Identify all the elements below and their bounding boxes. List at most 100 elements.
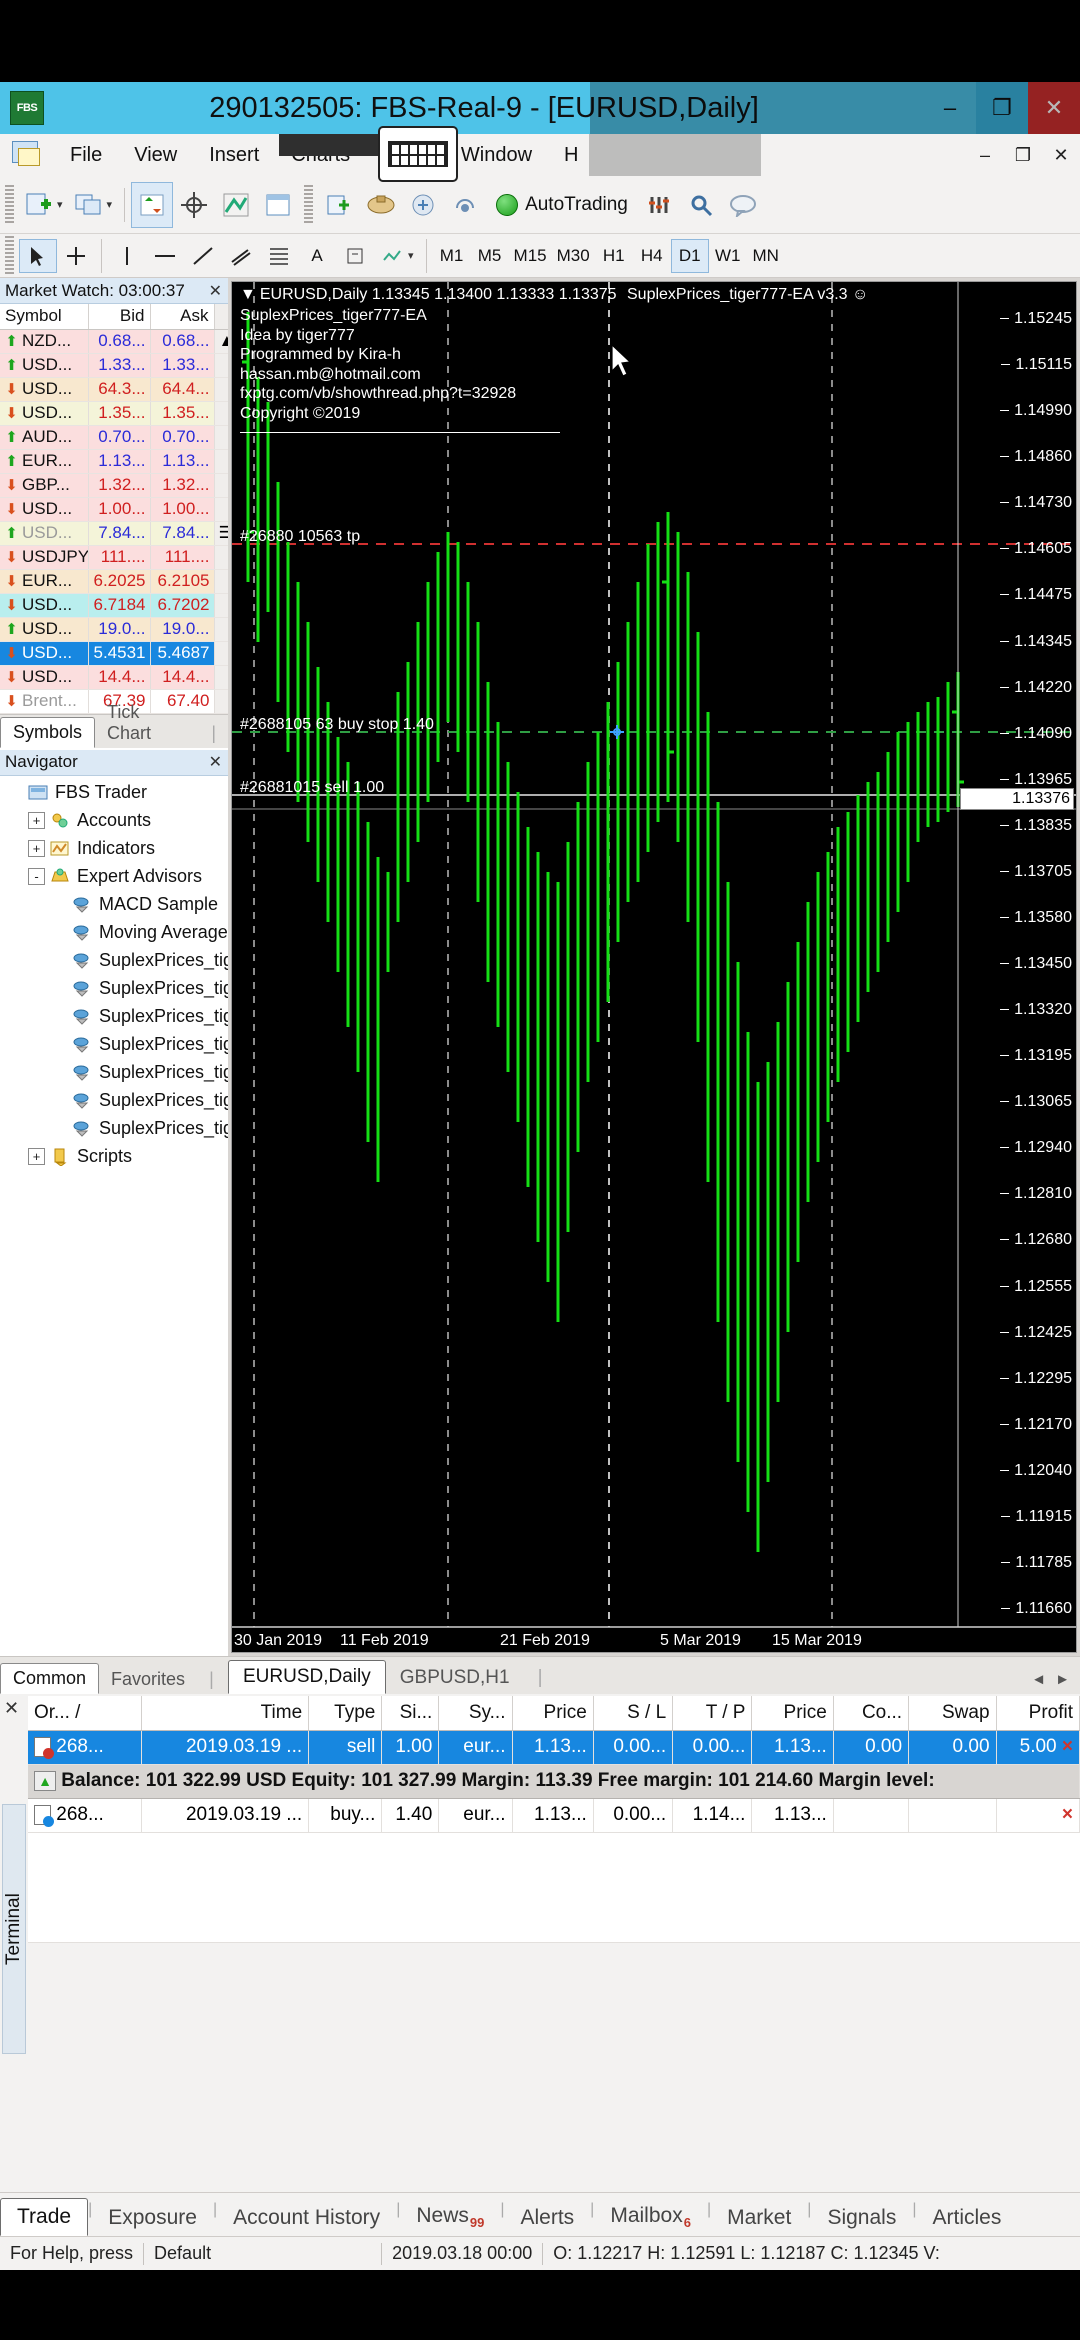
trades-column-0[interactable]: Or... / [28, 1696, 142, 1730]
market-watch-scroll-cell[interactable] [214, 617, 228, 641]
market-watch-symbol[interactable]: ⬇USD... [0, 401, 88, 425]
status-profile[interactable]: Default [144, 2243, 221, 2264]
terminal-tab-articles[interactable]: Articles [916, 2200, 1017, 2236]
timeframe-m1[interactable]: M1 [433, 239, 471, 273]
market-watch-row[interactable]: ⬇USD...5.45315.4687 [0, 641, 228, 665]
navigator-item[interactable]: SuplexPrices_tiger777 [0, 975, 228, 1003]
navigator-item[interactable]: +Accounts [0, 807, 228, 835]
market-watch-row[interactable]: ⬇USD...6.71846.7202 [0, 593, 228, 617]
terminal-tab-alerts[interactable]: Alerts [504, 2200, 590, 2236]
market-watch-scroll-cell[interactable] [214, 689, 228, 713]
chart-tab-scroll-arrows[interactable]: ◄► [1031, 1671, 1080, 1694]
navigator-item[interactable]: SuplexPrices_tiger777 [0, 947, 228, 975]
toolbar-grip[interactable] [5, 185, 14, 225]
mdi-restore-button[interactable]: ❐ [1004, 134, 1042, 176]
market-watch-scroll-cell[interactable] [214, 497, 228, 521]
new-order-icon[interactable] [19, 182, 61, 228]
market-watch-scroll-cell[interactable] [214, 665, 228, 689]
market-watch-row[interactable]: ⬆NZD...0.68...0.68...▲ [0, 329, 228, 353]
market-watch-row[interactable]: ⬇GBP...1.32...1.32... [0, 473, 228, 497]
timeframe-h1[interactable]: H1 [595, 239, 633, 273]
navigator-item[interactable]: SuplexPrices_tiger777 [0, 1031, 228, 1059]
menu-view[interactable]: View [118, 134, 193, 176]
market-watch-symbol[interactable]: ⬇GBP... [0, 473, 88, 497]
market-watch-row[interactable]: ⬇EUR...6.20256.2105 [0, 569, 228, 593]
market-watch-symbol[interactable]: ⬇USD... [0, 593, 88, 617]
column-bid[interactable]: Bid [88, 304, 150, 329]
trade-row[interactable]: 268...2019.03.19 ...buy...1.40eur...1.13… [28, 1798, 1080, 1832]
text-tool-icon[interactable]: A [298, 239, 336, 273]
terminal-tab-signals[interactable]: Signals [811, 2200, 912, 2236]
trades-column-7[interactable]: T / P [673, 1696, 752, 1730]
navigator-item[interactable]: SuplexPrices_tiger777 [0, 1059, 228, 1087]
menu-help[interactable]: H [548, 134, 594, 176]
navigator-item[interactable]: SuplexPrices_tiger777 [0, 1087, 228, 1115]
navigator-tab-common[interactable]: Common [0, 1663, 99, 1694]
market-watch-symbol[interactable]: ⬆NZD... [0, 329, 88, 353]
market-watch-symbol[interactable]: ⬇Brent... [0, 689, 88, 713]
market-watch-row[interactable]: ⬆EUR...1.13...1.13... [0, 449, 228, 473]
charts-layout-icon[interactable] [69, 182, 111, 228]
market-watch-row[interactable]: ⬇USDJPY111....111.... [0, 545, 228, 569]
chart-tab-eurusd-daily[interactable]: EURUSD,Daily [228, 1660, 386, 1694]
restore-button[interactable]: ❐ [976, 82, 1028, 134]
market-watch-symbol[interactable]: ⬆USD... [0, 617, 88, 641]
trades-column-9[interactable]: Co... [833, 1696, 908, 1730]
trades-column-4[interactable]: Sy... [439, 1696, 512, 1730]
cursor-tool-icon[interactable] [19, 239, 57, 273]
market-watch-scroll-cell[interactable] [214, 425, 228, 449]
market-watch-scroll-cell[interactable]: ☰ [214, 521, 228, 545]
data-window-icon[interactable] [257, 182, 299, 228]
order-drag-handle[interactable] [610, 725, 624, 739]
terminal-tab-trade[interactable]: Trade [0, 2198, 88, 2236]
market-watch-tab-symbols[interactable]: Symbols [0, 717, 95, 748]
market-watch-row[interactable]: ⬆AUD...0.70...0.70... [0, 425, 228, 449]
template-icon[interactable] [215, 182, 257, 228]
chat-icon[interactable] [722, 182, 764, 228]
trades-column-8[interactable]: Price [752, 1696, 833, 1730]
timeframe-d1[interactable]: D1 [671, 239, 709, 273]
menu-file[interactable]: File [54, 134, 118, 176]
navigator-item[interactable]: +Indicators [0, 835, 228, 863]
chart-tab-gbpusd-h1[interactable]: GBPUSD,H1 [386, 1662, 524, 1694]
market-watch-symbol[interactable]: ⬇USD... [0, 641, 88, 665]
market-watch-scroll-cell[interactable]: ▲ [214, 329, 228, 353]
chart-tab-next-icon[interactable]: ► [1055, 1671, 1070, 1688]
market-watch-close-icon[interactable]: ✕ [209, 281, 222, 301]
crosshair-icon[interactable] [173, 182, 215, 228]
trendline-icon[interactable] [184, 239, 222, 273]
timeframe-m5[interactable]: M5 [471, 239, 509, 273]
tree-expander-icon[interactable]: + [28, 812, 45, 829]
tree-expander-icon[interactable]: - [28, 868, 45, 885]
market-watch-symbol[interactable]: ⬆USD... [0, 353, 88, 377]
market-watch-scroll-cell[interactable] [214, 545, 228, 569]
market-watch-symbol[interactable]: ⬇USD... [0, 665, 88, 689]
vertical-line-icon[interactable] [108, 239, 146, 273]
market-watch-symbol[interactable]: ⬆USD... [0, 521, 88, 545]
horizontal-line-icon[interactable] [146, 239, 184, 273]
column-symbol[interactable]: Symbol [0, 304, 88, 329]
keyboard-icon[interactable] [378, 126, 458, 182]
trades-column-5[interactable]: Price [512, 1696, 593, 1730]
tree-expander-icon[interactable]: + [28, 840, 45, 857]
timeframe-m15[interactable]: M15 [509, 239, 552, 273]
terminal-tab-news[interactable]: News99 [400, 2198, 500, 2236]
toolbar-grip-2[interactable] [304, 185, 313, 225]
equidistant-channel-icon[interactable] [222, 239, 260, 273]
timeframe-h4[interactable]: H4 [633, 239, 671, 273]
market-watch-scroll-cell[interactable] [214, 641, 228, 665]
navigator-item[interactable]: SuplexPrices_tiger777 [0, 1003, 228, 1031]
mql-community-icon[interactable] [402, 182, 444, 228]
close-button[interactable]: ✕ [1028, 82, 1080, 134]
market-watch-symbol[interactable]: ⬇USD... [0, 497, 88, 521]
timeframe-w1[interactable]: W1 [709, 239, 747, 273]
timeframe-m30[interactable]: M30 [552, 239, 595, 273]
terminal-close-icon[interactable]: ✕ [4, 1698, 19, 1719]
terminal-tab-exposure[interactable]: Exposure [92, 2200, 213, 2236]
navigator-item[interactable]: Moving Average [0, 919, 228, 947]
market-watch-symbol[interactable]: ⬇USD... [0, 377, 88, 401]
chart-tab-prev-icon[interactable]: ◄ [1031, 1671, 1046, 1688]
shapes-caret-icon[interactable]: ▾ [408, 249, 414, 262]
market-watch-row[interactable]: ⬇USD...14.4...14.4... [0, 665, 228, 689]
indicators-icon[interactable] [131, 182, 173, 228]
